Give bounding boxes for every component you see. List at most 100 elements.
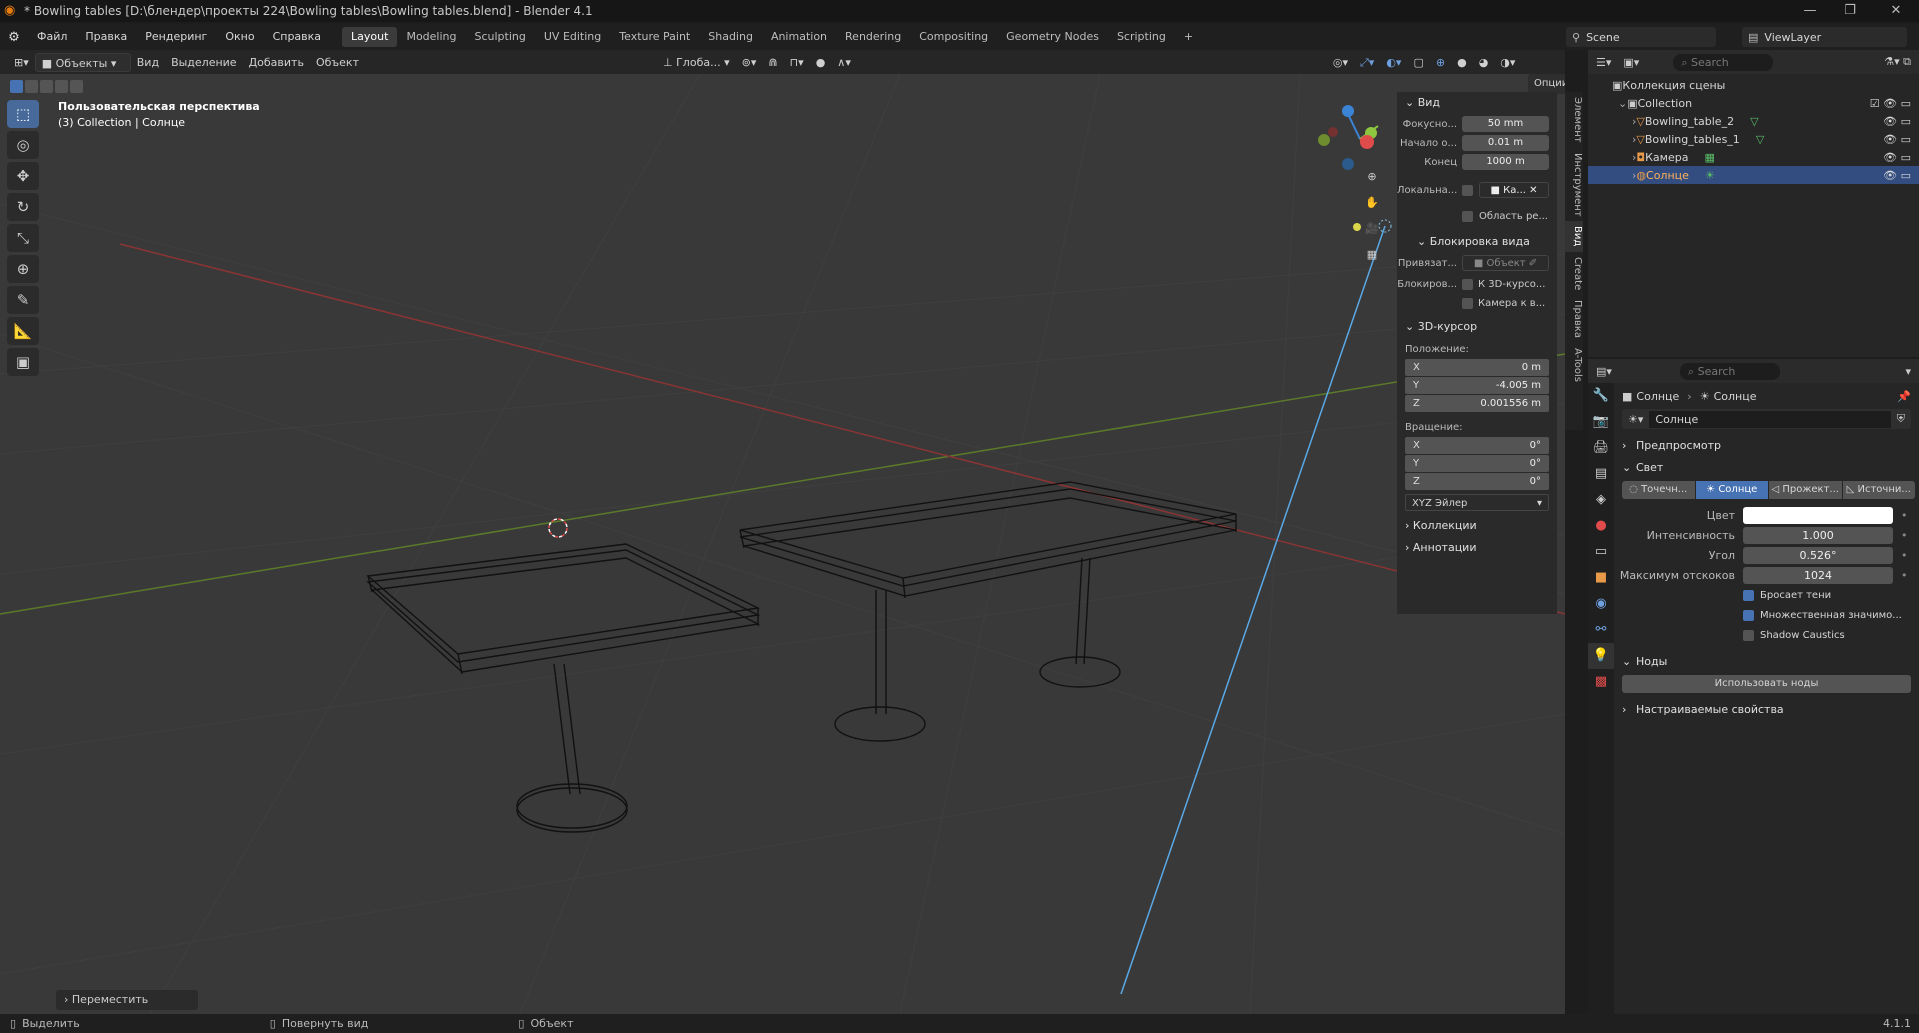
pan-hand-icon[interactable]: ✋ bbox=[1363, 196, 1381, 222]
scale-tool-icon[interactable]: ⤡ bbox=[7, 224, 39, 252]
local-camera-checkbox[interactable] bbox=[1462, 184, 1473, 196]
multiple-importance-checkbox[interactable] bbox=[1743, 609, 1754, 621]
maximize-icon[interactable]: ❐ bbox=[1830, 0, 1870, 22]
outliner-item-bowling-tables-1[interactable]: › ▽ Bowling_tables_1 ▽ 👁 ▭ bbox=[1588, 130, 1919, 148]
tab-rendering[interactable]: Rendering bbox=[836, 27, 910, 47]
select-subtract-icon[interactable] bbox=[40, 80, 53, 93]
move-tool-icon[interactable]: ✥ bbox=[7, 162, 39, 190]
tool-tab-icon[interactable]: 🔧 bbox=[1588, 383, 1614, 409]
3d-cursor-section-header[interactable]: ⌄ 3D-курсор bbox=[1397, 316, 1557, 338]
tab-tool[interactable]: Инструмент bbox=[1565, 148, 1583, 222]
cursor-loc-x-field[interactable]: X0 m bbox=[1405, 359, 1549, 376]
transform-tool-icon[interactable]: ⊕ bbox=[7, 255, 39, 283]
rotation-mode-dropdown[interactable]: XYZ Эйлер ▾ bbox=[1405, 494, 1549, 511]
menu-view[interactable]: Вид bbox=[131, 53, 165, 72]
menu-add[interactable]: Добавить bbox=[243, 53, 310, 72]
snap-target-icon[interactable]: ⊓▾ bbox=[784, 53, 810, 72]
visibility-eye-icon[interactable]: 👁 ▭ bbox=[1883, 169, 1919, 182]
lock-to-cursor-checkbox[interactable] bbox=[1462, 278, 1473, 290]
display-mode-icon[interactable]: ▣▾ bbox=[1619, 56, 1643, 69]
camera-view-icon[interactable]: 🎥 bbox=[1363, 222, 1381, 248]
scene-tab-icon[interactable]: ◈ bbox=[1588, 487, 1614, 513]
preview-section-header[interactable]: › Предпросмотр bbox=[1618, 435, 1919, 457]
tab-uv-editing[interactable]: UV Editing bbox=[535, 27, 610, 47]
clip-end-field[interactable]: 1000 m bbox=[1462, 154, 1549, 170]
xray-icon[interactable]: ▢ bbox=[1407, 53, 1429, 72]
tab-layout[interactable]: Layout bbox=[342, 27, 398, 47]
cursor-rot-x-field[interactable]: X 0° bbox=[1405, 437, 1549, 454]
light-datablock-selector[interactable]: ☀▾ Солнце ⛨ bbox=[1622, 409, 1911, 429]
outliner-editor-icon[interactable]: ☰▾ bbox=[1588, 56, 1619, 69]
view-layer-tab-icon[interactable]: ▤ bbox=[1588, 461, 1614, 487]
visibility-icon[interactable]: ◎▾ bbox=[1327, 53, 1354, 72]
outliner-item-bowling-table-2[interactable]: › ▽ Bowling_table_2 ▽ 👁 ▭ bbox=[1588, 112, 1919, 130]
light-section-header[interactable]: ⌄ Свет bbox=[1618, 457, 1919, 479]
tab-compositing[interactable]: Compositing bbox=[910, 27, 997, 47]
outliner-search-input[interactable]: ⌕ Search bbox=[1673, 53, 1774, 71]
visibility-eye-icon[interactable]: ☑ 👁 ▭ bbox=[1870, 97, 1919, 110]
custom-properties-section-header[interactable]: › Настраиваемые свойства bbox=[1618, 699, 1919, 721]
menu-edit[interactable]: Правка bbox=[76, 24, 136, 50]
tab-create[interactable]: Create bbox=[1565, 252, 1583, 295]
annotate-tool-icon[interactable]: ✎ bbox=[7, 286, 39, 314]
lock-to-object-field[interactable]: ■ Объект ✐ bbox=[1462, 255, 1549, 271]
tab-view[interactable]: Вид bbox=[1565, 221, 1583, 252]
tab-shading[interactable]: Shading bbox=[699, 27, 762, 47]
object-tab-icon[interactable]: ■ bbox=[1588, 565, 1614, 591]
world-tab-icon[interactable]: ● bbox=[1588, 513, 1614, 539]
view-section-header[interactable]: ⌄ Вид bbox=[1397, 92, 1557, 114]
tab-a-tools[interactable]: A-Tools bbox=[1565, 343, 1583, 387]
ortho-grid-icon[interactable]: ▦ bbox=[1363, 248, 1381, 274]
select-intersect-icon[interactable] bbox=[70, 80, 83, 93]
overlay-icon[interactable]: ◐▾ bbox=[1380, 53, 1407, 72]
cast-shadow-checkbox[interactable] bbox=[1743, 589, 1754, 601]
annotations-section-header[interactable]: › Аннотации bbox=[1397, 537, 1557, 559]
navigation-gizmo[interactable] bbox=[1318, 105, 1379, 170]
wireframe-shading-icon[interactable]: ⊕ bbox=[1430, 53, 1451, 72]
sun-light-icon[interactable] bbox=[1353, 223, 1361, 231]
cursor-rot-y-field[interactable]: Y 0° bbox=[1405, 455, 1549, 472]
view-lock-section-header[interactable]: ⌄ Блокировка вида bbox=[1397, 231, 1557, 253]
output-tab-icon[interactable]: 🖨 bbox=[1588, 435, 1614, 461]
add-cube-tool-icon[interactable]: ▣ bbox=[7, 348, 39, 376]
scene-collection-row[interactable]: ▣ Коллекция сцены bbox=[1588, 76, 1919, 94]
properties-editor-icon[interactable]: ▤▾ bbox=[1588, 365, 1620, 378]
zoom-icon[interactable]: ⊕ bbox=[1363, 170, 1381, 196]
visibility-eye-icon[interactable]: 👁 ▭ bbox=[1883, 133, 1919, 146]
select-invert-icon[interactable] bbox=[55, 80, 68, 93]
light-type-sun[interactable]: ☀ Солнце bbox=[1695, 481, 1768, 499]
constraints-tab-icon[interactable]: ⚯ bbox=[1588, 617, 1614, 643]
falloff-icon[interactable]: ∧▾ bbox=[831, 53, 857, 72]
clip-start-field[interactable]: 0.01 m bbox=[1462, 135, 1549, 151]
visibility-eye-icon[interactable]: 👁 ▭ bbox=[1883, 115, 1919, 128]
close-icon[interactable]: ✕ bbox=[1876, 0, 1916, 22]
pin-icon[interactable]: 📌 bbox=[1897, 390, 1919, 403]
light-datablock-name[interactable]: Солнце bbox=[1649, 410, 1891, 428]
cursor-tool-icon[interactable]: ◎ bbox=[7, 131, 39, 159]
tab-scripting[interactable]: Scripting bbox=[1108, 27, 1175, 47]
tab-modeling[interactable]: Modeling bbox=[397, 27, 465, 47]
rendered-shading-icon[interactable]: ◑▾ bbox=[1494, 53, 1521, 72]
minimize-icon[interactable]: — bbox=[1790, 0, 1830, 22]
cursor-rot-z-field[interactable]: Z 0° bbox=[1405, 473, 1549, 490]
physics-tab-icon[interactable]: ◉ bbox=[1588, 591, 1614, 617]
render-tab-icon[interactable]: 📷 bbox=[1588, 409, 1614, 435]
strength-field[interactable]: 1.000 bbox=[1743, 526, 1893, 544]
options-dropdown[interactable]: Опции ▾ bbox=[1528, 74, 1565, 109]
last-operation-panel[interactable]: › Переместить bbox=[56, 990, 198, 1010]
viewlayer-selector[interactable]: ▤ ViewLayer bbox=[1742, 27, 1907, 47]
menu-help[interactable]: Справка bbox=[264, 24, 330, 50]
rotate-tool-icon[interactable]: ↻ bbox=[7, 193, 39, 221]
select-box-tool-icon[interactable]: ⬚ bbox=[7, 100, 39, 128]
tab-item[interactable]: Элемент bbox=[1565, 92, 1583, 148]
outliner-item-camera[interactable]: › ◘ Камера ▦ 👁 ▭ bbox=[1588, 148, 1919, 166]
select-new-icon[interactable] bbox=[10, 80, 23, 93]
menu-select[interactable]: Выделение bbox=[165, 53, 243, 72]
solid-shading-icon[interactable]: ● bbox=[1451, 53, 1473, 72]
mode-selector[interactable]: ■ Объекты ▾ bbox=[34, 52, 131, 72]
texture-tab-icon[interactable]: ▩ bbox=[1588, 669, 1614, 695]
menu-object[interactable]: Объект bbox=[310, 53, 365, 72]
3d-viewport[interactable]: Пользовательская перспектива (3) Collect… bbox=[0, 74, 1565, 1014]
blender-menu-icon[interactable]: ⚙ bbox=[0, 30, 28, 45]
light-data-tab-icon[interactable]: 💡 bbox=[1588, 643, 1614, 669]
